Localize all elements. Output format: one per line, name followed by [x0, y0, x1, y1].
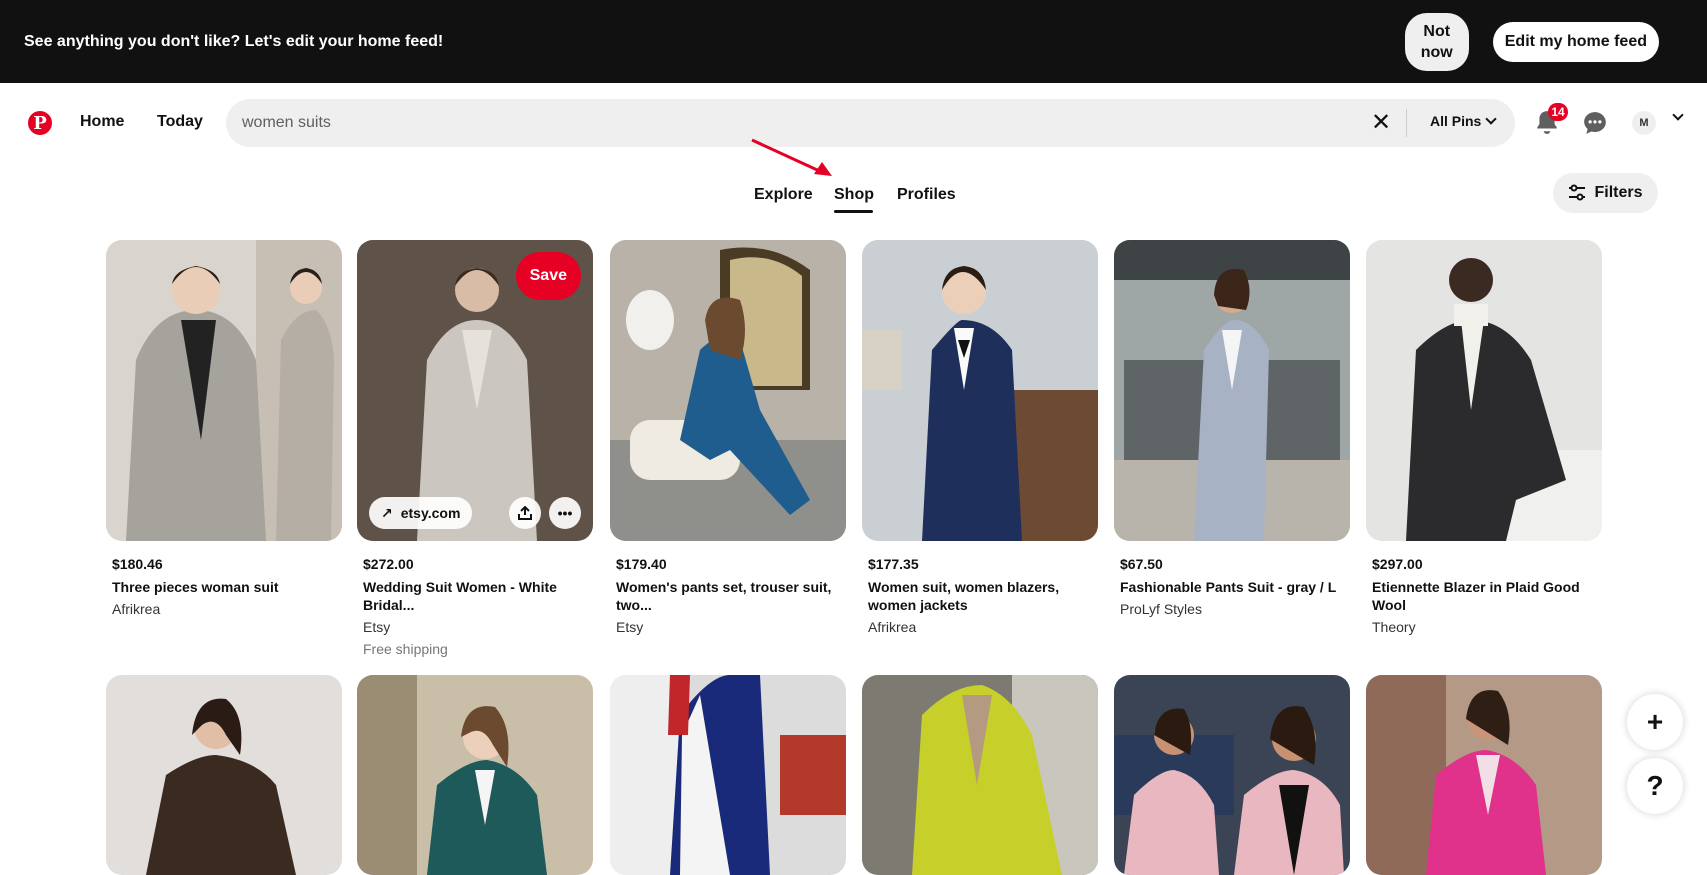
pin-title[interactable]: Women's pants set, trouser suit, two...: [616, 578, 842, 614]
pin-seller: Afrikrea: [112, 601, 161, 617]
nav-home-link[interactable]: Home: [80, 113, 124, 131]
pin-image[interactable]: [610, 240, 846, 541]
source-link[interactable]: ↗ etsy.com: [369, 497, 473, 529]
all-pins-dropdown[interactable]: All Pins: [1430, 113, 1498, 129]
avatar[interactable]: M: [1632, 111, 1656, 135]
add-button[interactable]: +: [1627, 694, 1683, 750]
help-button[interactable]: ?: [1627, 758, 1683, 814]
pin-image[interactable]: [1366, 675, 1602, 875]
active-tab-indicator: [834, 210, 873, 213]
pin-price: $67.50: [1120, 556, 1163, 572]
pin-image[interactable]: [1114, 240, 1350, 541]
edit-feed-banner: See anything you don't like? Let's edit …: [0, 0, 1707, 83]
notification-count-badge: 14: [1548, 103, 1568, 121]
pin-image[interactable]: [106, 240, 342, 541]
account-chevron-down-icon[interactable]: [1672, 109, 1684, 121]
pin-seller: ProLyf Styles: [1120, 601, 1202, 617]
pin-image[interactable]: [1366, 240, 1602, 541]
pin-image[interactable]: [106, 675, 342, 875]
more-options-icon[interactable]: •••: [549, 497, 581, 529]
pin-seller: Theory: [1372, 619, 1416, 635]
filters-label: Filters: [1594, 184, 1643, 201]
pin-price: $272.00: [363, 556, 414, 572]
edit-home-feed-button[interactable]: Edit my home feed: [1492, 21, 1659, 62]
pin-price: $297.00: [1372, 556, 1423, 572]
all-pins-label: All Pins: [1430, 113, 1482, 129]
pin-shipping: Free shipping: [363, 641, 448, 657]
product-pin[interactable]: Save ↗ etsy.com ••• $272.00 Wedding Suit…: [357, 240, 593, 660]
messages-icon[interactable]: [1582, 110, 1608, 136]
pin-title[interactable]: Fashionable Pants Suit - gray / L: [1120, 578, 1346, 596]
source-domain: etsy.com: [400, 505, 461, 521]
share-icon[interactable]: [509, 497, 541, 529]
pin-image[interactable]: Save ↗ etsy.com •••: [357, 240, 593, 541]
chevron-down-icon: [1485, 113, 1498, 125]
pin-image[interactable]: [862, 675, 1098, 875]
product-pin[interactable]: $180.46 Three pieces woman suit Afrikrea: [106, 240, 342, 620]
pin-image[interactable]: [357, 675, 593, 875]
pin-seller: Etsy: [363, 619, 391, 635]
pin-price: $177.35: [868, 556, 919, 572]
external-link-arrow-icon: ↗: [381, 504, 393, 521]
search-tabs: Explore Shop Profiles: [0, 180, 1707, 220]
pin-title[interactable]: Etiennette Blazer in Plaid Good Wool: [1372, 578, 1598, 614]
product-pin[interactable]: $67.50 Fashionable Pants Suit - gray / L…: [1114, 240, 1350, 640]
pin-title[interactable]: Three pieces woman suit: [112, 578, 338, 596]
product-pin[interactable]: $297.00 Etiennette Blazer in Plaid Good …: [1366, 240, 1602, 640]
pin-image[interactable]: [862, 240, 1098, 541]
pinterest-logo-icon[interactable]: P: [28, 111, 52, 135]
tab-profiles[interactable]: Profiles: [897, 186, 956, 204]
sliders-icon: [1569, 184, 1586, 201]
search-divider: [1406, 109, 1407, 137]
product-pin[interactable]: $177.35 Women suit, women blazers, women…: [862, 240, 1098, 640]
close-icon[interactable]: ✕: [1368, 110, 1394, 136]
search-bar: ✕ All Pins: [226, 99, 1515, 147]
banner-message: See anything you don't like? Let's edit …: [24, 32, 444, 50]
tab-shop[interactable]: Shop: [834, 186, 874, 204]
not-now-button[interactable]: Not now: [1404, 12, 1469, 71]
nav-today-link[interactable]: Today: [157, 113, 203, 131]
pin-seller: Etsy: [616, 619, 644, 635]
pin-price: $179.40: [616, 556, 667, 572]
pin-title[interactable]: Wedding Suit Women - White Bridal...: [363, 578, 589, 614]
tab-explore[interactable]: Explore: [754, 186, 813, 204]
pin-price: $180.46: [112, 556, 163, 572]
filters-button[interactable]: Filters: [1553, 173, 1658, 213]
top-nav: P Home Today ✕ All Pins 14 M: [0, 83, 1707, 163]
arrow-annotation-icon: [751, 138, 832, 176]
pin-image[interactable]: [610, 675, 846, 875]
save-button[interactable]: Save: [515, 252, 581, 300]
product-pin[interactable]: $179.40 Women's pants set, trouser suit,…: [610, 240, 846, 640]
pin-title[interactable]: Women suit, women blazers, women jackets: [868, 578, 1094, 614]
pin-image[interactable]: [1114, 675, 1350, 875]
pin-seller: Afrikrea: [868, 619, 917, 635]
